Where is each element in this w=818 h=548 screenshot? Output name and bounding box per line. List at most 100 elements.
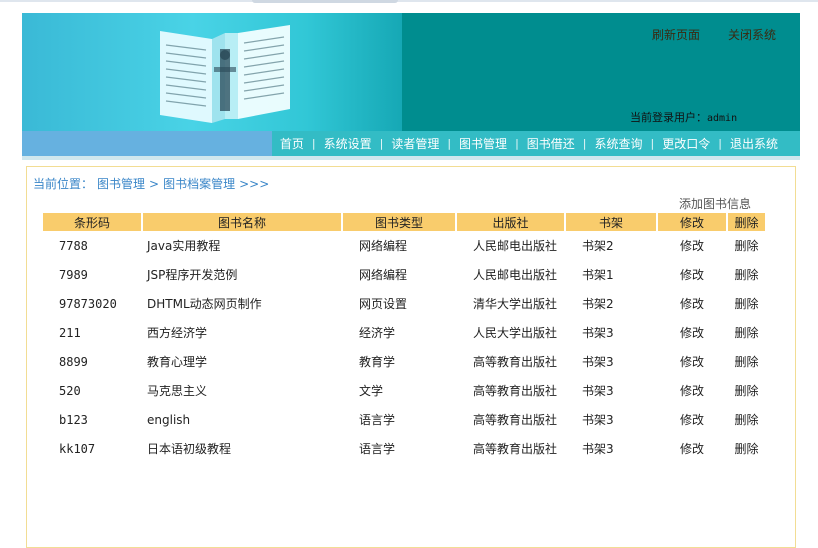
delete-link[interactable]: 删除 xyxy=(728,260,765,289)
table-row: kk107 日本语初级教程 语言学 高等教育出版社 书架3 修改 删除 xyxy=(43,434,765,463)
breadcrumb-separator: > xyxy=(149,176,160,191)
table-header-row: 条形码 图书名称 图书类型 出版社 书架 修改 删除 xyxy=(43,213,765,231)
breadcrumb-book-archive[interactable]: 图书档案管理 xyxy=(163,175,235,192)
cell-publisher: 高等教育出版社 xyxy=(473,442,558,456)
edit-link[interactable]: 修改 xyxy=(658,318,726,347)
close-system-link[interactable]: 关闭系统 xyxy=(728,26,776,43)
column-header-book-name: 图书名称 xyxy=(143,213,341,231)
delete-link[interactable]: 删除 xyxy=(728,289,765,318)
nav-divider: | xyxy=(447,137,452,150)
banner-art-panel xyxy=(22,13,402,131)
refresh-page-link[interactable]: 刷新页面 xyxy=(652,26,700,43)
edit-link[interactable]: 修改 xyxy=(658,231,726,260)
nav-divider: | xyxy=(582,137,587,150)
cell-shelf: 书架2 xyxy=(582,239,614,253)
delete-link[interactable]: 删除 xyxy=(728,405,765,434)
cell-book-type: 语言学 xyxy=(359,442,396,456)
window-top-border xyxy=(0,0,818,2)
cell-barcode: 7989 xyxy=(59,267,88,282)
cell-book-type: 网络编程 xyxy=(359,268,408,282)
cell-book-name: 马克思主义 xyxy=(147,384,208,398)
nav-item-system-query[interactable]: 系统查询 xyxy=(587,135,651,152)
cell-shelf: 书架3 xyxy=(582,326,614,340)
book-illustration-icon xyxy=(160,25,290,123)
header-banner: 刷新页面 关闭系统 当前登录用户：admin xyxy=(22,13,800,131)
cell-book-name: 教育心理学 xyxy=(147,355,208,369)
cell-publisher: 清华大学出版社 xyxy=(473,297,558,311)
add-book-link[interactable]: 添加图书信息 xyxy=(679,195,751,212)
column-header-delete: 删除 xyxy=(728,213,765,231)
table-row: 7788 Java实用教程 网络编程 人民邮电出版社 书架2 修改 删除 xyxy=(43,231,765,260)
delete-link[interactable]: 删除 xyxy=(728,318,765,347)
cell-book-name: english xyxy=(147,412,191,427)
cell-shelf: 书架3 xyxy=(582,355,614,369)
cell-publisher: 高等教育出版社 xyxy=(473,413,558,427)
edit-link[interactable]: 修改 xyxy=(658,260,726,289)
nav-item-book-management[interactable]: 图书管理 xyxy=(451,135,515,152)
main-nav-bar: 首页 | 系统设置 | 读者管理 | 图书管理 | 图书借还 | 系统查询 | … xyxy=(272,131,800,156)
edit-link[interactable]: 修改 xyxy=(658,347,726,376)
nav-item-logout[interactable]: 退出系统 xyxy=(722,135,786,152)
login-label: 当前登录用户： xyxy=(630,111,707,124)
cell-barcode: 520 xyxy=(59,383,81,398)
delete-link[interactable]: 删除 xyxy=(728,376,765,405)
nav-divider: | xyxy=(379,137,384,150)
edit-link[interactable]: 修改 xyxy=(658,434,726,463)
cell-shelf: 书架3 xyxy=(582,384,614,398)
cell-barcode: b123 xyxy=(59,412,88,427)
cell-barcode: 8899 xyxy=(59,354,88,369)
nav-item-home[interactable]: 首页 xyxy=(272,135,312,152)
column-header-barcode: 条形码 xyxy=(43,213,141,231)
table-row: 97873020 DHTML动态网页制作 网页设置 清华大学出版社 书架2 修改… xyxy=(43,289,765,318)
cell-publisher: 人民邮电出版社 xyxy=(473,268,558,282)
breadcrumb-book-management[interactable]: 图书管理 xyxy=(97,175,145,192)
edit-link[interactable]: 修改 xyxy=(658,376,726,405)
edit-link[interactable]: 修改 xyxy=(658,405,726,434)
table-row: b123 english 语言学 高等教育出版社 书架3 修改 删除 xyxy=(43,405,765,434)
column-header-book-type: 图书类型 xyxy=(343,213,455,231)
cell-book-type: 网络编程 xyxy=(359,239,408,253)
table-row: 211 西方经济学 经济学 人民大学出版社 书架3 修改 删除 xyxy=(43,318,765,347)
nav-bar-left xyxy=(22,131,272,156)
nav-divider: | xyxy=(718,137,722,150)
edit-link[interactable]: 修改 xyxy=(658,289,726,318)
cell-book-name: DHTML动态网页制作 xyxy=(147,297,262,311)
cell-book-type: 网页设置 xyxy=(359,297,408,311)
cell-publisher: 高等教育出版社 xyxy=(473,384,558,398)
book-archive-table: 条形码 图书名称 图书类型 出版社 书架 修改 删除 7788 Java实用教程… xyxy=(41,213,767,463)
column-header-shelf: 书架 xyxy=(566,213,656,231)
cell-publisher: 高等教育出版社 xyxy=(473,355,558,369)
nav-item-reader-management[interactable]: 读者管理 xyxy=(383,135,447,152)
cell-book-name: JSP程序开发范例 xyxy=(147,268,238,282)
breadcrumb-prefix: 当前位置： xyxy=(33,177,94,191)
nav-item-book-borrow-return[interactable]: 图书借还 xyxy=(519,135,583,152)
delete-link[interactable]: 删除 xyxy=(728,347,765,376)
cell-book-type: 教育学 xyxy=(359,355,396,369)
cell-barcode: 211 xyxy=(59,325,81,340)
cell-barcode: kk107 xyxy=(59,441,96,456)
login-username: admin xyxy=(707,113,738,124)
nav-item-system-settings[interactable]: 系统设置 xyxy=(316,135,380,152)
nav-divider: | xyxy=(650,137,655,150)
cell-book-type: 文学 xyxy=(359,384,384,398)
current-user-info: 当前登录用户：admin xyxy=(630,109,737,125)
delete-link[interactable]: 删除 xyxy=(728,231,765,260)
cell-barcode: 97873020 xyxy=(59,296,117,311)
cell-publisher: 人民邮电出版社 xyxy=(473,239,558,253)
breadcrumb: 当前位置： 图书管理 > 图书档案管理 >>> xyxy=(33,175,269,192)
table-row: 7989 JSP程序开发范例 网络编程 人民邮电出版社 书架1 修改 删除 xyxy=(43,260,765,289)
delete-link[interactable]: 删除 xyxy=(728,434,765,463)
cell-book-type: 经济学 xyxy=(359,326,396,340)
nav-shadow xyxy=(22,156,800,160)
cell-shelf: 书架2 xyxy=(582,297,614,311)
nav-divider: | xyxy=(515,137,519,150)
cell-book-type: 语言学 xyxy=(359,413,396,427)
cell-book-name: Java实用教程 xyxy=(147,239,221,253)
nav-divider: | xyxy=(311,137,316,150)
cell-publisher: 人民大学出版社 xyxy=(473,326,558,340)
nav-item-change-password[interactable]: 更改口令 xyxy=(654,135,718,152)
cell-shelf: 书架1 xyxy=(582,268,614,282)
cell-shelf: 书架3 xyxy=(582,442,614,456)
cell-shelf: 书架3 xyxy=(582,413,614,427)
cell-book-name: 日本语初级教程 xyxy=(147,442,232,456)
